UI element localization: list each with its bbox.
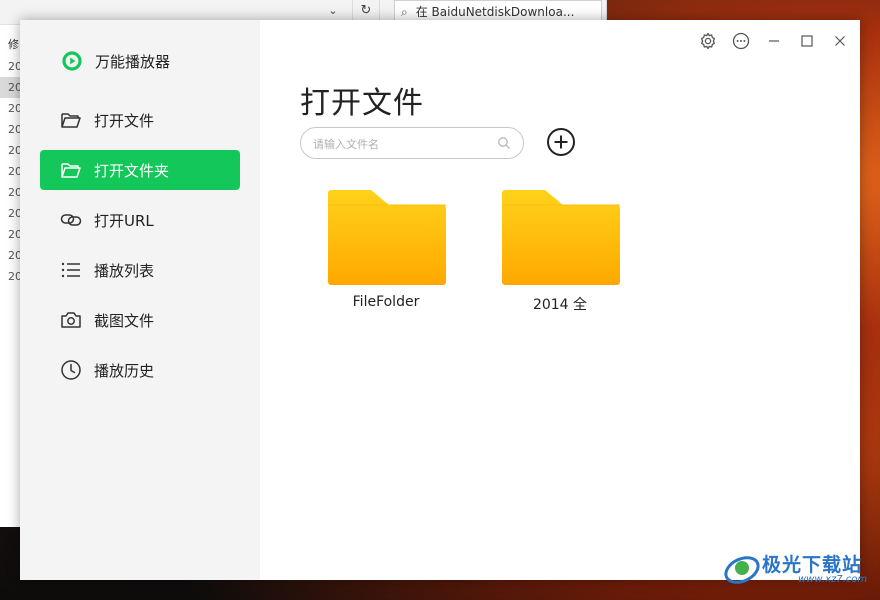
explorer-row[interactable]: 20 xyxy=(0,161,22,182)
explorer-dropdown-icon[interactable]: ⌄ xyxy=(322,0,344,22)
folder-open-icon xyxy=(60,159,82,181)
nav-open-url[interactable]: 打开URL xyxy=(40,200,240,240)
app-name: 万能播放器 xyxy=(95,52,171,71)
site-watermark: 极光下载站 www.xz7.com xyxy=(722,548,872,590)
folder-icon xyxy=(502,190,620,285)
clock-icon xyxy=(60,359,82,381)
folder-open-icon xyxy=(60,109,82,131)
player-window: 万能播放器 打开文件 打开文件夹 打开URL 播放列表 截图文件 播放历史 打开… xyxy=(20,20,860,580)
explorer-date-column: 修 20 20 20 20 20 20 20 20 20 20 20 xyxy=(0,34,22,287)
explorer-row[interactable]: 20 xyxy=(0,56,22,77)
search-icon[interactable] xyxy=(497,136,511,150)
search-box xyxy=(300,127,524,159)
list-icon xyxy=(60,259,82,281)
watermark-text: 极光下载站 xyxy=(762,554,863,576)
minimize-button[interactable] xyxy=(763,30,785,52)
explorer-search-text: 在 BaiduNetdiskDownloa... xyxy=(415,5,575,19)
nav-label: 播放历史 xyxy=(94,361,155,380)
explorer-row[interactable]: 20 xyxy=(0,182,22,203)
folder-name: FileFolder xyxy=(352,294,420,310)
nav-label: 打开文件 xyxy=(94,111,155,130)
gear-icon xyxy=(700,32,716,50)
nav-label: 截图文件 xyxy=(94,311,155,330)
main-content: 打开文件 FileFolder xyxy=(260,20,860,580)
camera-icon xyxy=(60,309,82,331)
explorer-row[interactable]: 20 xyxy=(0,77,22,98)
nav-history[interactable]: 播放历史 xyxy=(40,350,240,390)
link-icon xyxy=(60,209,82,231)
nav-screenshots[interactable]: 截图文件 xyxy=(40,300,240,340)
explorer-refresh-icon[interactable]: ↻ xyxy=(352,0,380,22)
sidebar: 万能播放器 打开文件 打开文件夹 打开URL 播放列表 截图文件 播放历史 xyxy=(20,20,260,580)
folder-name: 2014 全 xyxy=(532,297,588,313)
maximize-button[interactable] xyxy=(796,30,818,52)
close-icon xyxy=(835,36,845,46)
more-icon xyxy=(732,32,750,50)
explorer-row[interactable]: 20 xyxy=(0,266,22,287)
maximize-icon xyxy=(801,35,813,47)
minimize-icon xyxy=(769,40,779,42)
explorer-search-icon: ⌕ xyxy=(401,5,408,19)
nav-open-folder[interactable]: 打开文件夹 xyxy=(40,150,240,190)
add-button[interactable] xyxy=(546,127,576,157)
watermark-url: www.xz7.com xyxy=(798,574,868,585)
explorer-column-header[interactable]: 修 xyxy=(0,34,20,56)
nav-label: 打开文件夹 xyxy=(94,161,170,180)
nav-playlist[interactable]: 播放列表 xyxy=(40,250,240,290)
explorer-row[interactable]: 20 xyxy=(0,203,22,224)
nav-open-file[interactable]: 打开文件 xyxy=(40,100,240,140)
app-brand: 万能播放器 xyxy=(62,50,170,72)
settings-button[interactable] xyxy=(697,30,719,52)
explorer-row[interactable]: 20 xyxy=(0,98,22,119)
folder-icon xyxy=(328,190,446,285)
nav-label: 打开URL xyxy=(94,211,154,230)
nav-label: 播放列表 xyxy=(94,261,155,280)
close-button[interactable] xyxy=(829,30,851,52)
explorer-row[interactable]: 20 xyxy=(0,224,22,245)
search-input[interactable] xyxy=(311,133,495,155)
watermark-logo-icon xyxy=(724,556,760,584)
explorer-row[interactable]: 20 xyxy=(0,119,22,140)
more-button[interactable] xyxy=(730,30,752,52)
app-logo-icon xyxy=(62,51,82,71)
explorer-row[interactable]: 20 xyxy=(0,140,22,161)
explorer-row[interactable]: 20 xyxy=(0,245,22,266)
page-title: 打开文件 xyxy=(300,86,424,121)
